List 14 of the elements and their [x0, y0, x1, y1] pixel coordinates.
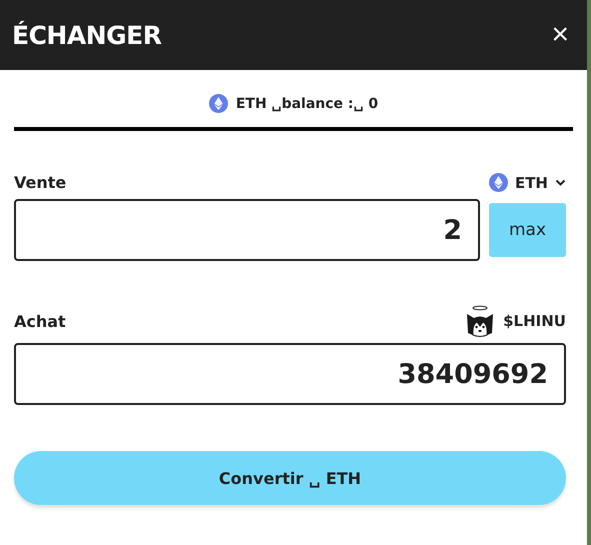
buy-amount-field[interactable]: 38409692 [14, 343, 566, 405]
close-button[interactable]: × [547, 20, 573, 50]
modal-title: ÉCHANGER [12, 20, 162, 50]
sell-amount-field[interactable]: 2 [14, 199, 480, 261]
sell-label: Vente [14, 173, 66, 192]
ethereum-icon [488, 173, 508, 192]
balance-text: ETH ␣balance :␣ 0 [236, 96, 378, 112]
token-selector[interactable]: ETH [488, 173, 566, 192]
ethereum-icon [208, 94, 228, 113]
caret-icon [555, 178, 566, 186]
buy-label: Achat [14, 312, 66, 330]
convert-button[interactable]: Convertir ␣ ETH [14, 451, 566, 505]
max-button[interactable]: max [489, 203, 566, 257]
token-symbol: $LHINU [503, 312, 566, 330]
